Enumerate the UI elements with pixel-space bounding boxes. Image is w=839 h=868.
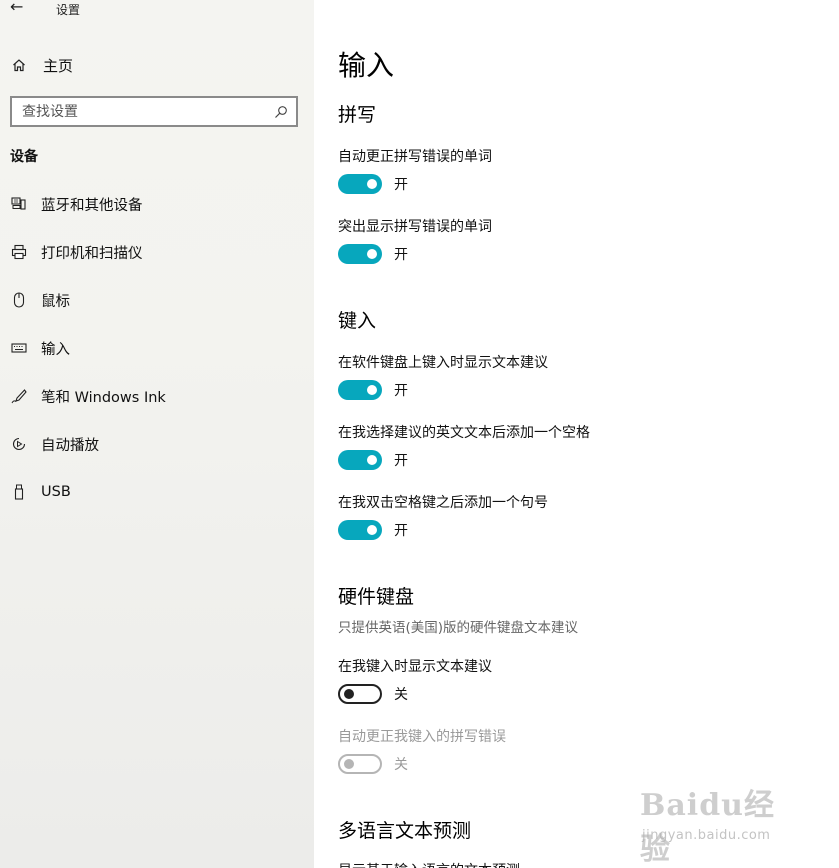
baidu-watermark: Baidu经验 jingyan.baidu.com [640, 776, 800, 867]
sidebar-item-pen[interactable]: 笔和 Windows Ink [10, 383, 300, 409]
add-space-toggle[interactable] [338, 450, 382, 470]
sidebar: ← 设置 主页 设备 蓝牙和其他设备 打印机和扫描仪 鼠标 [0, 0, 314, 868]
add-space-row: 开 [338, 449, 408, 471]
back-arrow-icon[interactable]: ← [10, 0, 23, 16]
usb-icon [10, 483, 28, 501]
autocorrect-spelling-toggle[interactable] [338, 174, 382, 194]
toggle-state-label: 开 [394, 453, 408, 469]
sidebar-item-bluetooth[interactable]: 蓝牙和其他设备 [10, 191, 300, 217]
printer-icon [10, 243, 28, 261]
toggle-knob [367, 249, 377, 259]
hw-show-suggestions-label: 在我键入时显示文本建议 [338, 659, 492, 675]
keyboard-icon [10, 339, 28, 357]
home-label: 主页 [43, 56, 74, 75]
sidebar-item-label: 输入 [41, 341, 70, 358]
hardware-keyboard-description: 只提供英语(美国)版的硬件键盘文本建议 [338, 620, 579, 636]
hw-show-suggestions-row: 关 [338, 683, 408, 705]
show-suggestions-toggle[interactable] [338, 380, 382, 400]
search-icon[interactable] [274, 104, 288, 123]
sidebar-item-label: 笔和 Windows Ink [41, 389, 166, 406]
sidebar-item-label: 自动播放 [41, 437, 99, 454]
hardware-keyboard-heading: 硬件键盘 [338, 586, 415, 608]
watermark-brand: Baidu经验 [640, 788, 775, 867]
toggle-state-label: 开 [394, 383, 408, 399]
toggle-state-label: 开 [394, 177, 408, 193]
sidebar-item-autoplay[interactable]: 自动播放 [10, 431, 300, 457]
spelling-heading: 拼写 [338, 104, 377, 126]
sidebar-section-label: 设备 [10, 149, 38, 165]
sidebar-item-printers[interactable]: 打印机和扫描仪 [10, 239, 300, 265]
add-period-label: 在我双击空格键之后添加一个句号 [338, 495, 548, 511]
sidebar-item-typing[interactable]: 输入 [10, 335, 300, 361]
window-title: 设置 [56, 3, 81, 17]
sidebar-item-label: USB [41, 484, 71, 500]
sidebar-item-label: 鼠标 [41, 293, 70, 310]
multilingual-cutoff-label: 显示基于输入语言的文本预测 [338, 860, 520, 868]
add-period-toggle[interactable] [338, 520, 382, 540]
sidebar-item-mouse[interactable]: 鼠标 [10, 287, 300, 313]
toggle-state-label: 开 [394, 247, 408, 263]
multilingual-heading: 多语言文本预测 [338, 820, 472, 842]
title-bar: ← 设置 [0, 0, 314, 20]
watermark-url: jingyan.baidu.com [642, 828, 771, 843]
autoplay-icon [10, 435, 28, 453]
search-box[interactable] [10, 96, 298, 127]
toggle-knob [367, 455, 377, 465]
add-space-label: 在我选择建议的英文文本后添加一个空格 [338, 425, 590, 441]
sidebar-item-label: 打印机和扫描仪 [41, 245, 143, 262]
sidebar-item-label: 蓝牙和其他设备 [41, 197, 143, 214]
toggle-knob [344, 759, 354, 769]
toggle-knob [344, 689, 354, 699]
hw-autocorrect-row: 关 [338, 753, 408, 775]
hw-autocorrect-toggle [338, 754, 382, 774]
highlight-spelling-row: 开 [338, 243, 408, 265]
autocorrect-spelling-row: 开 [338, 173, 408, 195]
toggle-state-label: 关 [394, 687, 408, 703]
highlight-spelling-label: 突出显示拼写错误的单词 [338, 219, 492, 235]
main-content: 输入 拼写 自动更正拼写错误的单词 开 突出显示拼写错误的单词 开 键入 在软件… [314, 0, 839, 868]
show-suggestions-label: 在软件键盘上键入时显示文本建议 [338, 355, 548, 371]
toggle-state-label: 关 [394, 757, 408, 773]
sidebar-item-usb[interactable]: USB [10, 479, 300, 505]
search-input[interactable] [22, 103, 262, 120]
bluetooth-devices-icon [10, 195, 28, 213]
hw-show-suggestions-toggle[interactable] [338, 684, 382, 704]
toggle-knob [367, 525, 377, 535]
home-icon [10, 58, 28, 72]
mouse-icon [10, 291, 28, 309]
add-period-row: 开 [338, 519, 408, 541]
pen-icon [10, 387, 28, 405]
show-suggestions-row: 开 [338, 379, 408, 401]
autocorrect-spelling-label: 自动更正拼写错误的单词 [338, 149, 492, 165]
highlight-spelling-toggle[interactable] [338, 244, 382, 264]
toggle-knob [367, 385, 377, 395]
page-title: 输入 [338, 49, 395, 82]
hw-autocorrect-label: 自动更正我键入的拼写错误 [338, 729, 506, 745]
toggle-knob [367, 179, 377, 189]
home-nav-item[interactable]: 主页 [10, 52, 73, 78]
toggle-state-label: 开 [394, 523, 408, 539]
typing-heading: 键入 [338, 310, 377, 332]
